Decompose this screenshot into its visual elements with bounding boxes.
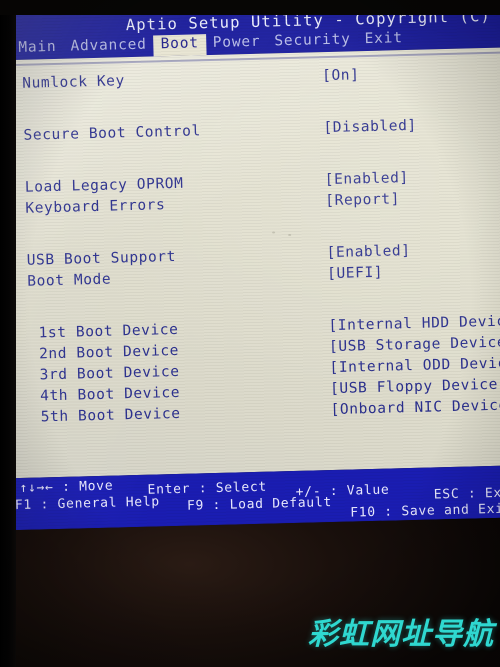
setting-value[interactable]: [Disabled] <box>323 118 417 136</box>
help-general-help: F1 : General Help <box>14 494 161 514</box>
screen-speck <box>272 231 276 234</box>
monitor-bezel-top <box>0 0 500 15</box>
tab-exit[interactable]: Exit <box>357 29 410 49</box>
setting-label: Numlock Key <box>22 73 126 92</box>
setting-value[interactable]: [USB Floppy Device] <box>330 377 500 397</box>
setting-label: Load Legacy OPROM <box>24 175 184 196</box>
setting-value[interactable]: [Enabled] <box>326 243 410 261</box>
help-value: +/- : Value <box>295 482 390 500</box>
tab-main[interactable]: Main <box>11 38 64 58</box>
tab-advanced[interactable]: Advanced <box>63 35 154 56</box>
setting-label: USB Boot Support <box>26 248 177 269</box>
setting-label: 4th Boot Device <box>39 384 181 405</box>
help-save-exit: F10 : Save and Exit <box>350 501 500 521</box>
tab-power[interactable]: Power <box>206 33 268 54</box>
watermark: 彩虹网址导航 <box>308 617 494 652</box>
setting-label: 3rd Boot Device <box>39 363 180 384</box>
monitor-bezel-left <box>0 0 16 667</box>
setting-label: 5th Boot Device <box>40 405 181 426</box>
setting-label: Boot Mode <box>27 271 112 290</box>
settings-list: Numlock Key [On] Secure Boot Control [Disab… <box>0 47 500 478</box>
setting-value[interactable]: [UEFI] <box>327 265 383 282</box>
setting-value[interactable]: [USB Storage Device] <box>329 334 500 355</box>
help-select: Enter : Select <box>147 479 268 498</box>
tab-boot[interactable]: Boot <box>153 34 207 57</box>
setting-label: 2nd Boot Device <box>38 342 180 363</box>
settings-panel: Numlock Key [On] Secure Boot Control [Disab… <box>0 46 500 479</box>
help-exit: ESC : Exit <box>433 485 500 503</box>
tab-security[interactable]: Security <box>267 30 358 51</box>
setting-label: 1st Boot Device <box>38 321 179 342</box>
photo-frame: Aptio Setup Utility - Copyright (C) 20 M… <box>0 0 500 667</box>
setting-value[interactable]: [On] <box>322 67 360 84</box>
help-move: ↑↓→← : Move <box>19 478 114 496</box>
screen-speck <box>288 234 292 237</box>
setting-value[interactable]: [Report] <box>325 191 400 209</box>
setting-value[interactable]: [Onboard NIC Device] <box>330 397 500 418</box>
bios-screen: Aptio Setup Utility - Copyright (C) 20 M… <box>0 0 500 531</box>
setting-value[interactable]: [Enabled] <box>325 170 409 188</box>
setting-label: Keyboard Errors <box>25 197 166 217</box>
setting-label: Secure Boot Control <box>23 123 201 144</box>
